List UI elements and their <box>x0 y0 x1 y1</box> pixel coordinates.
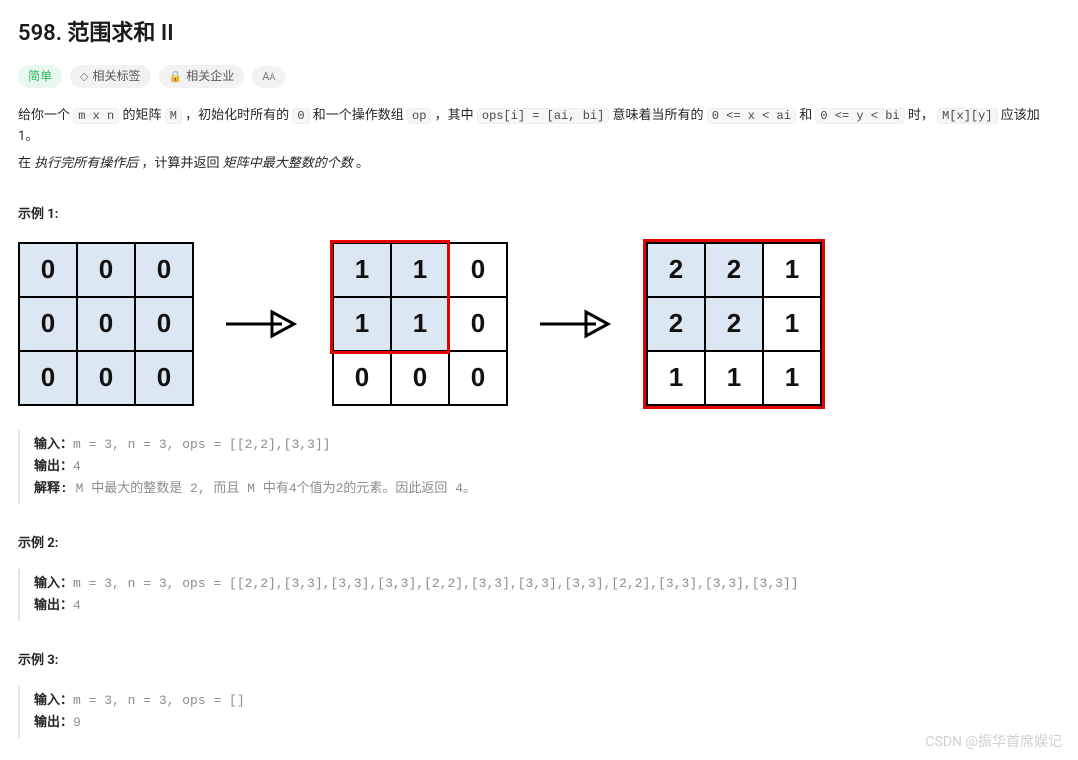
example3-code: 输入：m = 3, n = 3, ops = [] 输出：9 <box>18 686 1060 738</box>
code-Mxy: M[x][y] <box>937 108 997 124</box>
code-op: op <box>407 108 431 124</box>
related-companies-button[interactable]: 🔒 相关企业 <box>159 65 245 88</box>
related-tags-label: 相关标签 <box>92 67 140 86</box>
arrow-icon <box>538 307 616 341</box>
description-p2: 在 执行完所有操作后 ，计算并返回 矩阵中最大整数的个数 。 <box>18 154 1060 175</box>
grid-step2: 221 221 111 <box>646 242 822 406</box>
related-companies-label: 相关企业 <box>186 67 234 86</box>
arrow-icon <box>224 307 302 341</box>
example1-diagram: 000 000 000 110 110 000 221 221 111 <box>18 242 1060 406</box>
code-M: M <box>165 108 182 124</box>
example1-code: 输入：m = 3, n = 3, ops = [[2,2],[3,3]] 输出：… <box>18 430 1060 504</box>
code-opsidx: ops[i] = [ai, bi] <box>477 108 609 124</box>
code-yrange: 0 <= y < bi <box>815 108 904 124</box>
tags-row: 简单 ◇ 相关标签 🔒 相关企业 AA <box>18 65 1060 88</box>
watermark: CSDN @振华首席娱记 <box>925 731 1062 753</box>
example2-code: 输入：m = 3, n = 3, ops = [[2,2],[3,3],[3,3… <box>18 569 1060 621</box>
description-p1: 给你一个 m x n 的矩阵 M ，初始化时所有的 0 和一个操作数组 op ，… <box>18 106 1060 148</box>
example1-label: 示例 1: <box>18 205 1060 226</box>
grid-step1: 110 110 000 <box>332 242 508 406</box>
code-0: 0 <box>292 108 309 124</box>
tag-icon: ◇ <box>80 68 88 86</box>
lock-icon: 🔒 <box>169 68 183 86</box>
related-tags-button[interactable]: ◇ 相关标签 <box>70 65 150 88</box>
difficulty-tag[interactable]: 简单 <box>18 65 62 88</box>
problem-title: 598. 范围求和 II <box>18 16 1060 51</box>
code-mxn: m x n <box>73 108 119 124</box>
font-size-button[interactable]: AA <box>252 66 285 88</box>
example2-label: 示例 2: <box>18 534 1060 555</box>
grid-initial: 000 000 000 <box>18 242 194 406</box>
example3-label: 示例 3: <box>18 651 1060 672</box>
code-xrange: 0 <= x < ai <box>707 108 796 124</box>
font-icon: AA <box>262 68 275 86</box>
